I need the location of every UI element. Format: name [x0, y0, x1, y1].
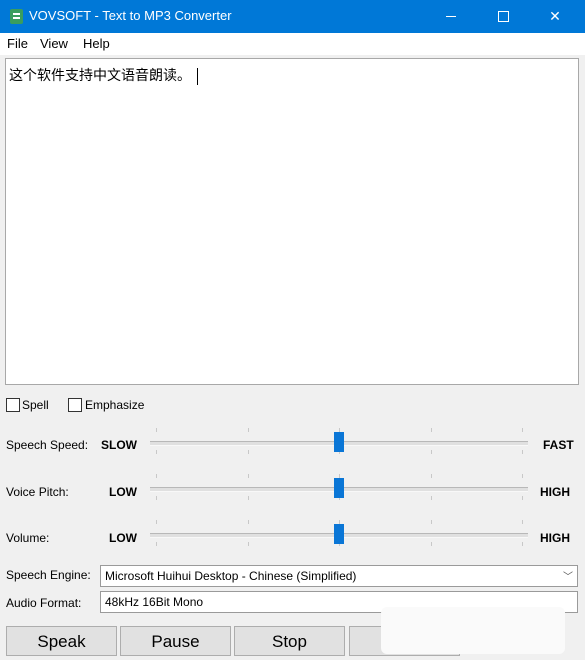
audio-format-label: Audio Format: [6, 596, 82, 610]
chevron-down-icon: ﹀ [563, 572, 573, 583]
slider-tick [156, 496, 157, 500]
menu-bar: File View Help [0, 33, 585, 55]
menu-help[interactable]: Help [83, 36, 110, 51]
slider-tick [156, 428, 157, 432]
slider-tick [430, 450, 432, 454]
menu-view[interactable]: View [40, 36, 68, 51]
slider-tick [522, 428, 523, 432]
title-bar[interactable]: VOVSOFT - Text to MP3 Converter ✕ [0, 0, 585, 33]
maximize-icon [498, 11, 509, 22]
slider-tick [430, 496, 432, 500]
slider-tick [430, 428, 432, 432]
slider-tick [430, 474, 432, 478]
slider-tick [247, 520, 249, 524]
slider-thumb[interactable] [334, 478, 344, 498]
speech-speed-min: SLOW [101, 438, 137, 452]
slider-tick [156, 474, 157, 478]
overlay-panel [381, 607, 565, 654]
slider-tick [522, 496, 523, 500]
speech-engine-select[interactable]: Microsoft Huihui Desktop - Chinese (Simp… [100, 565, 578, 587]
menu-file[interactable]: File [7, 36, 28, 51]
maximize-button[interactable] [480, 0, 526, 33]
slider-thumb[interactable] [334, 524, 344, 544]
window-title: VOVSOFT - Text to MP3 Converter [29, 8, 232, 23]
volume-label: Volume: [6, 531, 50, 545]
app-window: VOVSOFT - Text to MP3 Converter ✕ File V… [0, 0, 585, 660]
stop-button[interactable]: Stop [234, 626, 345, 656]
spell-label: Spell [22, 398, 49, 412]
app-icon [10, 9, 23, 24]
voice-pitch-max: HIGH [540, 485, 570, 499]
slider-tick [156, 520, 157, 524]
volume-min: LOW [109, 531, 137, 545]
minimize-button[interactable] [428, 0, 474, 33]
slider-tick [522, 450, 523, 454]
slider-tick [247, 496, 249, 500]
slider-tick [522, 474, 523, 478]
emphasize-checkbox[interactable] [68, 398, 82, 412]
text-editor[interactable]: 这个软件支持中文语音朗读。 [5, 58, 579, 385]
editor-text: 这个软件支持中文语音朗读。 [9, 68, 191, 84]
volume-max: HIGH [540, 531, 570, 545]
slider-tick [522, 542, 523, 546]
slider-thumb[interactable] [334, 432, 344, 452]
speech-speed-label: Speech Speed: [6, 438, 89, 452]
voice-pitch-min: LOW [109, 485, 137, 499]
speech-speed-max: FAST [543, 438, 574, 452]
pause-button[interactable]: Pause [120, 626, 231, 656]
slider-tick [430, 542, 432, 546]
slider-tick [430, 520, 432, 524]
slider-tick [156, 542, 157, 546]
slider-tick [247, 542, 249, 546]
emphasize-label: Emphasize [85, 398, 145, 412]
close-button[interactable]: ✕ [532, 0, 578, 33]
voice-pitch-label: Voice Pitch: [6, 485, 69, 499]
spell-checkbox[interactable] [6, 398, 20, 412]
slider-tick [247, 450, 249, 454]
slider-tick [156, 450, 157, 454]
speech-engine-label: Speech Engine: [6, 568, 91, 582]
slider-tick [247, 428, 249, 432]
text-caret [197, 67, 198, 85]
slider-tick [247, 474, 249, 478]
slider-tick [522, 520, 523, 524]
editor-content: 这个软件支持中文语音朗读。 [9, 65, 198, 85]
audio-format-value: 48kHz 16Bit Mono [105, 595, 204, 609]
speech-engine-value: Microsoft Huihui Desktop - Chinese (Simp… [105, 569, 357, 583]
speak-button[interactable]: Speak [6, 626, 117, 656]
minimize-icon [446, 16, 456, 17]
close-icon: ✕ [549, 8, 561, 24]
